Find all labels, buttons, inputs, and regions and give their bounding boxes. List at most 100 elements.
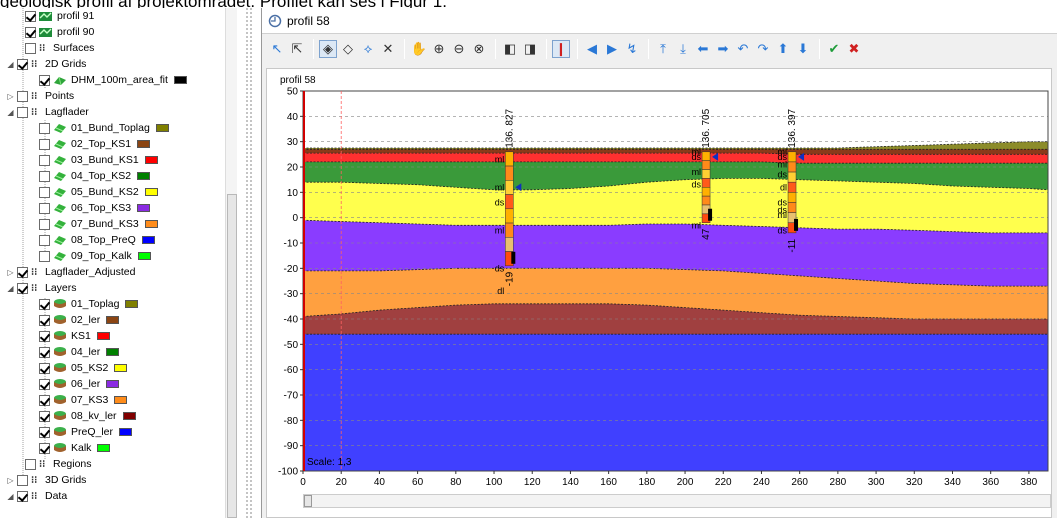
horizontal-slider-thumb[interactable] (304, 495, 312, 507)
tree-item-checkbox[interactable] (39, 330, 50, 342)
tree-item-dhm[interactable]: DHM_100m_area_fit (28, 72, 187, 88)
borehole-segment[interactable] (701, 160, 711, 170)
tree-item-checkbox[interactable] (25, 10, 36, 22)
previous-view-icon[interactable]: ◧ (501, 40, 519, 58)
tree-item-checkbox[interactable] (25, 42, 36, 54)
tree-item-y08[interactable]: 08_kv_ler (28, 408, 136, 424)
tree-item-y02[interactable]: 02_ler (28, 312, 120, 328)
profile-plot-area[interactable]: profil 58 50 40 30 20 10 0 -10 -20 -30 -40 -50 -60 -7… (266, 68, 1052, 518)
tree-item-y01[interactable]: 01_Toplag (28, 296, 139, 312)
arrow-down-icon[interactable]: ⬇ (794, 40, 812, 58)
tree-item-checkbox[interactable] (39, 346, 50, 358)
tree-item-checkbox[interactable] (39, 426, 50, 438)
borehole-segment[interactable] (505, 208, 514, 224)
add-node-icon[interactable]: ◇ (339, 40, 357, 58)
borehole-segment[interactable] (787, 151, 797, 163)
color-swatch[interactable] (141, 236, 155, 244)
pan-hand-icon[interactable]: ✋ (410, 40, 428, 58)
borehole-segment[interactable] (505, 165, 514, 181)
tree-item-checkbox[interactable] (39, 218, 50, 230)
tree-item-checkbox[interactable] (17, 106, 28, 118)
tree-item-checkbox[interactable] (39, 74, 50, 86)
profile-chart[interactable]: profil 5850403020100-10-20-30-40-50-60-7… (267, 69, 1053, 493)
tree-item-points[interactable]: ▷ ⁝⁝ Points (6, 88, 74, 104)
color-swatch[interactable] (106, 380, 120, 388)
step-right-icon[interactable]: ▶ (603, 40, 621, 58)
expand-toggle-icon[interactable]: ▷ (6, 268, 15, 277)
tree-item-checkbox[interactable] (25, 26, 36, 38)
redo-icon[interactable]: ↷ (754, 40, 772, 58)
tree-item-y04[interactable]: 04_ler (28, 344, 120, 360)
borehole-segment[interactable] (701, 195, 711, 206)
arrow-up-icon[interactable]: ⬆ (774, 40, 792, 58)
color-swatch[interactable] (173, 76, 187, 84)
tree-item-grids3d[interactable]: ▷ ⁝⁝ 3D Grids (6, 472, 86, 488)
expand-toggle-icon[interactable]: ▷ (6, 92, 15, 101)
tree-item-l05[interactable]: 05_Bund_KS2 (28, 184, 158, 200)
tree-item-y09[interactable]: PreQ_ler (28, 424, 133, 440)
tree-item-y03[interactable]: KS1 (28, 328, 110, 344)
undo-icon[interactable]: ↶ (734, 40, 752, 58)
tree-item-checkbox[interactable] (17, 490, 28, 502)
tree-item-checkbox[interactable] (17, 282, 28, 294)
horizontal-slider[interactable] (303, 494, 1051, 508)
arrow-left-icon[interactable]: ⬅ (694, 40, 712, 58)
expand-toggle-icon[interactable]: ◢ (6, 108, 15, 117)
borehole-segment[interactable] (787, 161, 797, 173)
borehole-segment[interactable] (701, 151, 711, 161)
zoom-out-icon[interactable]: ⊖ (450, 40, 468, 58)
tree-item-lagadj[interactable]: ▷ ⁝⁝ Lagflader_Adjusted (6, 264, 135, 280)
tree-item-checkbox[interactable] (17, 58, 28, 70)
borehole-segment[interactable] (787, 192, 797, 203)
snap-icon[interactable]: ↯ (623, 40, 641, 58)
color-swatch[interactable] (119, 428, 133, 436)
borehole-segment[interactable] (701, 178, 711, 188)
color-swatch[interactable] (137, 140, 151, 148)
tree-item-checkbox[interactable] (39, 362, 50, 374)
borehole-segment[interactable] (701, 169, 711, 179)
tree-item-checkbox[interactable] (39, 378, 50, 390)
move-top-icon[interactable]: ⤒ (654, 40, 672, 58)
tree-item-l01[interactable]: 01_Bund_Toplag (28, 120, 169, 136)
borehole-segment[interactable] (701, 187, 711, 197)
color-swatch[interactable] (125, 300, 139, 308)
step-left-icon[interactable]: ◀ (583, 40, 601, 58)
tree-item-checkbox[interactable] (17, 266, 28, 278)
tree-item-y05[interactable]: 05_KS2 (28, 360, 128, 376)
tree-item-lagflader[interactable]: ◢ ⁝⁝ Lagflader (6, 104, 88, 120)
splitter-grip[interactable] (243, 8, 257, 518)
color-swatch[interactable] (97, 444, 111, 452)
tree-item-checkbox[interactable] (39, 138, 50, 150)
move-bottom-icon[interactable]: ⤓ (674, 40, 692, 58)
zoom-extent-icon[interactable]: ⊗ (470, 40, 488, 58)
tree-item-checkbox[interactable] (39, 202, 50, 214)
tree-item-checkbox[interactable] (39, 154, 50, 166)
tree-item-l04[interactable]: 04_Top_KS2 (28, 168, 151, 184)
tree-item-checkbox[interactable] (39, 394, 50, 406)
color-swatch[interactable] (106, 348, 120, 356)
delete-icon[interactable]: ✕ (379, 40, 397, 58)
tree-scrollbar-thumb[interactable] (227, 194, 237, 518)
tree-item-data[interactable]: ◢ ⁝⁝ Data (6, 488, 67, 504)
color-swatch[interactable] (106, 316, 120, 324)
color-swatch[interactable] (122, 412, 136, 420)
tree-item-l03[interactable]: 03_Bund_KS1 (28, 152, 158, 168)
ok-icon[interactable]: ✔ (825, 40, 843, 58)
borehole-segment[interactable] (505, 151, 514, 167)
borehole-segment[interactable] (787, 181, 797, 193)
tree-item-checkbox[interactable] (39, 298, 50, 310)
tree-item-l06[interactable]: 06_Top_KS3 (28, 200, 151, 216)
borehole-segment[interactable] (505, 180, 514, 195)
move-node-icon[interactable]: ⟡ (359, 40, 377, 58)
tree-item-l07[interactable]: 07_Bund_KS3 (28, 216, 158, 232)
color-swatch[interactable] (144, 188, 158, 196)
expand-toggle-icon[interactable]: ◢ (6, 60, 15, 69)
tree-item-l09[interactable]: 09_Top_Kalk (28, 248, 151, 264)
borehole-segment[interactable] (787, 202, 797, 213)
tree-item-y07[interactable]: 07_KS3 (28, 392, 128, 408)
edit-node-icon[interactable]: ◈ (319, 40, 337, 58)
tree-item-checkbox[interactable] (39, 442, 50, 454)
tree-item-grids2d[interactable]: ◢ ⁝⁝ 2D Grids (6, 56, 86, 72)
tree-item-y10[interactable]: Kalk (28, 440, 111, 456)
color-swatch[interactable] (144, 220, 158, 228)
